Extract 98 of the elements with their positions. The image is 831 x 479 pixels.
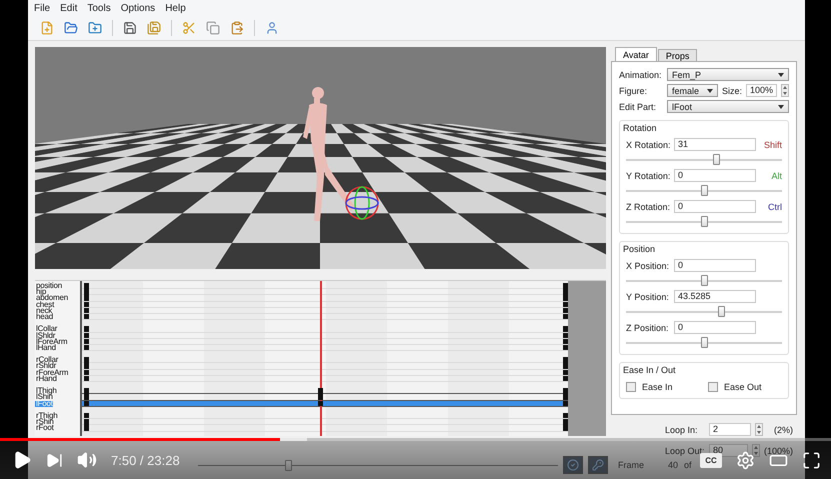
bone-track-label[interactable]: head (35, 314, 53, 320)
rotation-gizmo-drawing (345, 186, 379, 220)
modifier-key-label: Shift (764, 140, 782, 150)
checkbox[interactable] (626, 382, 636, 392)
group-title: Ease In / Out (623, 365, 677, 376)
field-label: Edit Part: (619, 102, 658, 112)
frame-of-label: of (684, 460, 692, 470)
playhead-line[interactable] (320, 281, 322, 436)
field-label: Animation: (619, 70, 663, 80)
track-row[interactable] (82, 388, 568, 394)
field-label: X Position: (626, 260, 670, 270)
settings-icon[interactable] (736, 450, 755, 470)
value-input[interactable]: 0 (674, 321, 756, 334)
video-time: 7:50 / 23:28 (111, 452, 180, 468)
bone-track-label[interactable]: rForeArm (35, 370, 68, 376)
bone-track-label[interactable]: lCollar (35, 326, 58, 332)
spin-buttons[interactable] (752, 444, 760, 457)
percent-label: (100%) (764, 446, 794, 456)
bone-track-label[interactable]: hip (35, 289, 46, 296)
frame-number: 40 (668, 460, 678, 470)
slider-thumb[interactable] (718, 306, 726, 317)
animation-dropdown[interactable]: Fem_P (667, 68, 789, 81)
save-icon[interactable] (121, 19, 139, 37)
bone-track-label[interactable]: neck (35, 308, 52, 314)
menu-item[interactable]: Tools (87, 2, 111, 14)
next-button[interactable] (46, 452, 63, 468)
value-input[interactable]: 0 (674, 200, 756, 213)
field-label: Y Rotation: (626, 170, 670, 180)
size-input[interactable]: 100% (746, 84, 777, 97)
bone-track-label[interactable]: lForeArm (35, 338, 68, 345)
modifier-key-label: Ctrl (768, 202, 782, 212)
bone-track-label[interactable]: abdomen (35, 295, 68, 302)
spin-buttons[interactable] (781, 84, 789, 97)
percent-label: (2%) (774, 424, 794, 434)
copy-icon[interactable] (204, 19, 222, 37)
modifier-key-label: Alt (771, 170, 782, 180)
field-label: Figure: (619, 86, 648, 96)
group-title: Position (623, 244, 656, 255)
fullscreen-icon[interactable] (802, 450, 821, 470)
slider-thumb[interactable] (713, 154, 720, 165)
slider-track[interactable] (626, 185, 782, 196)
video-progress-bar[interactable] (0, 438, 831, 441)
captions-button[interactable]: CC (700, 452, 722, 468)
figure-dropdown[interactable]: female (667, 84, 718, 97)
caret-icon (778, 104, 784, 108)
field-label: Z Rotation: (626, 202, 670, 212)
tab[interactable]: Props (658, 49, 698, 61)
menu-item[interactable]: Edit (60, 2, 78, 14)
bone-track-label[interactable]: rThigh (35, 412, 58, 420)
field-label: X Rotation: (626, 140, 670, 150)
bone-track-label[interactable]: lThigh (35, 388, 57, 394)
bone-track-label[interactable]: rFoot (35, 425, 54, 432)
field-label: Size: (722, 86, 742, 96)
slider-track[interactable] (626, 337, 782, 348)
tab[interactable]: Avatar (615, 47, 657, 61)
menu-item[interactable]: Options (120, 2, 156, 14)
checkbox-label: Ease In (642, 382, 673, 392)
field-label: Loop Out: (665, 446, 705, 456)
value-input[interactable]: 0 (674, 259, 756, 272)
bone-track-label[interactable]: chest (35, 302, 54, 308)
bone-track-label[interactable]: rHand (35, 376, 57, 382)
slider-track[interactable] (626, 275, 782, 286)
volume-icon[interactable] (77, 450, 97, 470)
caret-icon (706, 88, 713, 92)
value-input[interactable]: 43.5285 (674, 290, 756, 303)
key-icon[interactable] (588, 456, 608, 474)
loop-input[interactable]: 2 (709, 423, 751, 436)
save-all-icon[interactable] (145, 19, 163, 37)
bone-track-label[interactable]: lHand (35, 344, 56, 352)
frame-label: Frame (618, 460, 644, 470)
slider-track[interactable] (626, 306, 782, 317)
caret-icon (778, 72, 784, 76)
checkbox[interactable] (708, 382, 718, 392)
bone-track-label[interactable]: rShin (35, 419, 54, 426)
edit-part-dropdown[interactable]: lFoot (667, 100, 789, 113)
value-input[interactable]: 0 (674, 169, 756, 182)
value-input[interactable]: 31 (674, 138, 756, 151)
checkbox-label: Ease Out (724, 382, 762, 392)
slider-thumb[interactable] (701, 275, 708, 286)
menu-item[interactable]: File (34, 2, 50, 14)
bone-track-label[interactable]: lShin (35, 394, 53, 401)
bone-track-label[interactable]: rShldr (35, 363, 56, 370)
bone-track-label[interactable]: lShldr (35, 332, 56, 339)
menu-item[interactable]: Help (165, 2, 186, 14)
slider-track[interactable] (626, 216, 782, 227)
field-label: Y Position: (626, 292, 670, 302)
slider-thumb[interactable] (285, 460, 292, 470)
field-label: Z Position: (626, 322, 670, 332)
field-label: Loop In: (665, 424, 699, 434)
bone-track-label[interactable]: position (35, 283, 62, 290)
spin-buttons[interactable] (755, 423, 763, 436)
bone-track-label[interactable]: rCollar (35, 357, 58, 364)
slider-thumb[interactable] (701, 185, 708, 196)
slider-track[interactable] (626, 154, 782, 165)
frame-slider[interactable] (198, 460, 558, 470)
slider-thumb[interactable] (701, 337, 708, 348)
group-title: Rotation (623, 123, 658, 134)
slider-thumb[interactable] (701, 216, 708, 227)
